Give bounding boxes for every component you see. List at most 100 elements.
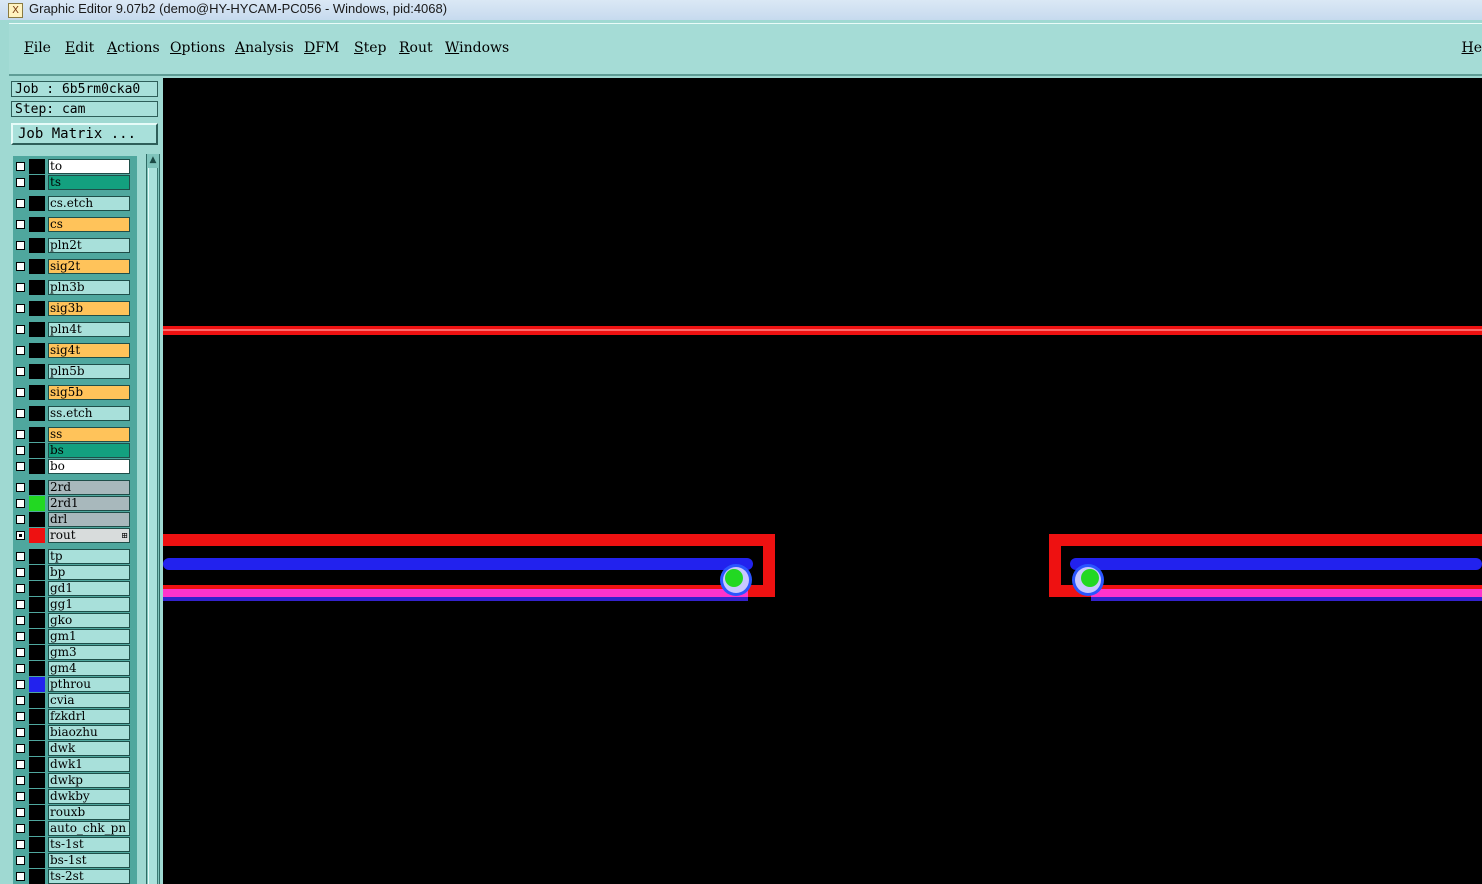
layer-row-biaozhu[interactable]: biaozhu	[13, 725, 137, 740]
layer-name-label[interactable]: auto_chk_pn	[48, 821, 130, 836]
layer-color-swatch[interactable]	[29, 757, 45, 772]
layer-name-label[interactable]: pthrou	[48, 677, 130, 692]
layer-name-label[interactable]: rout ⊞	[48, 528, 130, 543]
layer-name-label[interactable]: dwk1	[48, 757, 130, 772]
layer-checkbox[interactable]	[16, 568, 25, 577]
layer-row-sig4t[interactable]: sig4t	[13, 343, 137, 358]
layer-color-swatch[interactable]	[29, 196, 45, 211]
layer-name-label[interactable]: bs-1st	[48, 853, 130, 868]
layer-color-swatch[interactable]	[29, 259, 45, 274]
layer-row-bp[interactable]: bp	[13, 565, 137, 580]
layer-color-swatch[interactable]	[29, 613, 45, 628]
menu-actions[interactable]: Actions	[107, 40, 160, 56]
menu-windows[interactable]: Windows	[445, 40, 509, 56]
layer-name-label[interactable]: 2rd1	[48, 496, 130, 511]
layer-checkbox[interactable]	[16, 446, 25, 455]
layer-name-label[interactable]: cs.etch	[48, 196, 130, 211]
layer-name-label[interactable]: sig3b	[48, 301, 130, 316]
layer-name-label[interactable]: cvia	[48, 693, 130, 708]
layer-color-swatch[interactable]	[29, 805, 45, 820]
layer-color-swatch[interactable]	[29, 725, 45, 740]
layer-row-sig5b[interactable]: sig5b	[13, 385, 137, 400]
layer-color-swatch[interactable]	[29, 159, 45, 174]
layer-color-swatch[interactable]	[29, 480, 45, 495]
layer-checkbox[interactable]	[16, 241, 25, 250]
layer-name-label[interactable]: gm4	[48, 661, 130, 676]
layer-checkbox[interactable]	[16, 744, 25, 753]
layer-row-pln4t[interactable]: pln4t	[13, 322, 137, 337]
menu-rout[interactable]: Rout	[399, 40, 433, 56]
layer-color-swatch[interactable]	[29, 693, 45, 708]
menu-edit[interactable]: Edit	[65, 40, 94, 56]
layer-color-swatch[interactable]	[29, 597, 45, 612]
layer-row-ts-1st[interactable]: ts-1st	[13, 837, 137, 852]
layer-row-pln3b[interactable]: pln3b	[13, 280, 137, 295]
layer-color-swatch[interactable]	[29, 741, 45, 756]
layer-color-swatch[interactable]	[29, 322, 45, 337]
layer-name-label[interactable]: gd1	[48, 581, 130, 596]
layer-checkbox[interactable]	[16, 776, 25, 785]
layer-name-label[interactable]: pln4t	[48, 322, 130, 337]
layer-color-swatch[interactable]	[29, 280, 45, 295]
layer-row-pthrou[interactable]: pthrou	[13, 677, 137, 692]
layer-row-dwkp[interactable]: dwkp	[13, 773, 137, 788]
layer-checkbox[interactable]	[16, 262, 25, 271]
layer-row-gko[interactable]: gko	[13, 613, 137, 628]
layer-checkbox[interactable]	[16, 199, 25, 208]
layer-row-bs[interactable]: bs	[13, 443, 137, 458]
layer-color-swatch[interactable]	[29, 853, 45, 868]
layer-checkbox[interactable]	[16, 728, 25, 737]
layer-color-swatch[interactable]	[29, 443, 45, 458]
layer-row-gm4[interactable]: gm4	[13, 661, 137, 676]
layer-checkbox[interactable]	[16, 760, 25, 769]
layer-color-swatch[interactable]	[29, 645, 45, 660]
layer-color-swatch[interactable]	[29, 549, 45, 564]
layer-checkbox[interactable]	[16, 499, 25, 508]
layer-row-rout[interactable]: rout ⊞	[13, 528, 137, 543]
layer-name-label[interactable]: ts-1st	[48, 837, 130, 852]
layer-checkbox[interactable]	[16, 840, 25, 849]
layer-checkbox[interactable]	[16, 648, 25, 657]
layer-row-gm3[interactable]: gm3	[13, 645, 137, 660]
layer-name-label[interactable]: pln2t	[48, 238, 130, 253]
layer-color-swatch[interactable]	[29, 175, 45, 190]
layer-checkbox[interactable]	[16, 584, 25, 593]
layer-checkbox[interactable]	[16, 515, 25, 524]
layer-color-swatch[interactable]	[29, 364, 45, 379]
layer-checkbox[interactable]	[16, 430, 25, 439]
layer-name-label[interactable]: drl	[48, 512, 130, 527]
layer-name-label[interactable]: ts-2st	[48, 869, 130, 884]
layer-color-swatch[interactable]	[29, 385, 45, 400]
layer-name-label[interactable]: gm3	[48, 645, 130, 660]
layer-checkbox[interactable]	[16, 872, 25, 881]
scroll-thumb[interactable]	[148, 168, 158, 884]
layer-row-fzkdrl[interactable]: fzkdrl	[13, 709, 137, 724]
layer-color-swatch[interactable]	[29, 581, 45, 596]
layer-list-scrollbar[interactable]: ▲	[146, 154, 160, 884]
layer-name-label[interactable]: bp	[48, 565, 130, 580]
layer-color-swatch[interactable]	[29, 677, 45, 692]
menu-file[interactable]: File	[24, 40, 51, 56]
graphic-canvas[interactable]	[163, 78, 1482, 884]
layer-name-label[interactable]: sig2t	[48, 259, 130, 274]
layer-checkbox[interactable]	[16, 632, 25, 641]
layer-name-label[interactable]: gg1	[48, 597, 130, 612]
layer-row-sig3b[interactable]: sig3b	[13, 301, 137, 316]
layer-checkbox[interactable]	[16, 696, 25, 705]
layer-name-label[interactable]: dwkp	[48, 773, 130, 788]
layer-color-swatch[interactable]	[29, 217, 45, 232]
layer-row-2rd1[interactable]: 2rd1	[13, 496, 137, 511]
layer-color-swatch[interactable]	[29, 709, 45, 724]
layer-name-label[interactable]: ts	[48, 175, 130, 190]
layer-checkbox[interactable]	[16, 808, 25, 817]
menu-step[interactable]: Step	[354, 40, 386, 56]
layer-checkbox[interactable]	[16, 616, 25, 625]
layer-row-drl[interactable]: drl	[13, 512, 137, 527]
layer-checkbox[interactable]	[16, 712, 25, 721]
layer-color-swatch[interactable]	[29, 238, 45, 253]
layer-row-cs[interactable]: cs	[13, 217, 137, 232]
layer-color-swatch[interactable]	[29, 837, 45, 852]
layer-name-label[interactable]: ss	[48, 427, 130, 442]
layer-color-swatch[interactable]	[29, 629, 45, 644]
layer-row-sig2t[interactable]: sig2t	[13, 259, 137, 274]
